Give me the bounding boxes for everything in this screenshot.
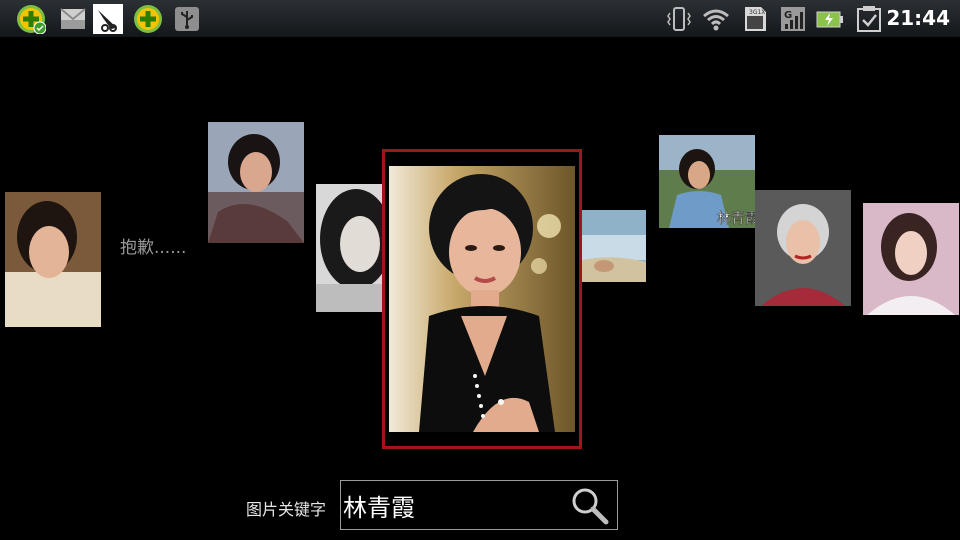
search-input[interactable] [343, 485, 563, 525]
vibrate-icon [664, 4, 694, 34]
bird-app-icon[interactable] [93, 4, 123, 34]
clock: 21:44 [886, 6, 950, 30]
thumb-watermark: 林青霞 [717, 211, 755, 227]
status-bar: 3G1X G 21:44 [0, 0, 960, 37]
usb-icon [172, 4, 202, 34]
search-icon [572, 488, 609, 525]
svg-text:G: G [784, 10, 792, 21]
photo-2[interactable] [208, 122, 304, 243]
search-button[interactable] [569, 485, 611, 527]
svg-text:3G1X: 3G1X [749, 9, 765, 16]
360-plus-icon[interactable] [133, 4, 163, 34]
selected-photo-image [389, 166, 575, 432]
photo-3[interactable] [316, 184, 384, 312]
photo-5[interactable] [582, 210, 646, 282]
photo-1[interactable] [5, 192, 101, 327]
photo-7[interactable] [755, 190, 851, 306]
photo-8[interactable] [863, 203, 959, 315]
mail-icon[interactable] [58, 4, 88, 34]
checkbox-icon [854, 4, 884, 34]
360-security-icon[interactable] [16, 4, 47, 35]
wifi-icon [701, 4, 731, 34]
photo-6[interactable]: 林青霞 [659, 135, 755, 228]
photo-selected[interactable] [382, 149, 582, 449]
search-box [340, 480, 618, 530]
signal-icon: G [778, 4, 808, 34]
sorry-text: 抱歉...... [120, 238, 187, 258]
battery-charging-icon [815, 4, 845, 34]
sd-card-icon: 3G1X [740, 4, 770, 34]
keyword-label: 图片关键字 [246, 500, 327, 519]
